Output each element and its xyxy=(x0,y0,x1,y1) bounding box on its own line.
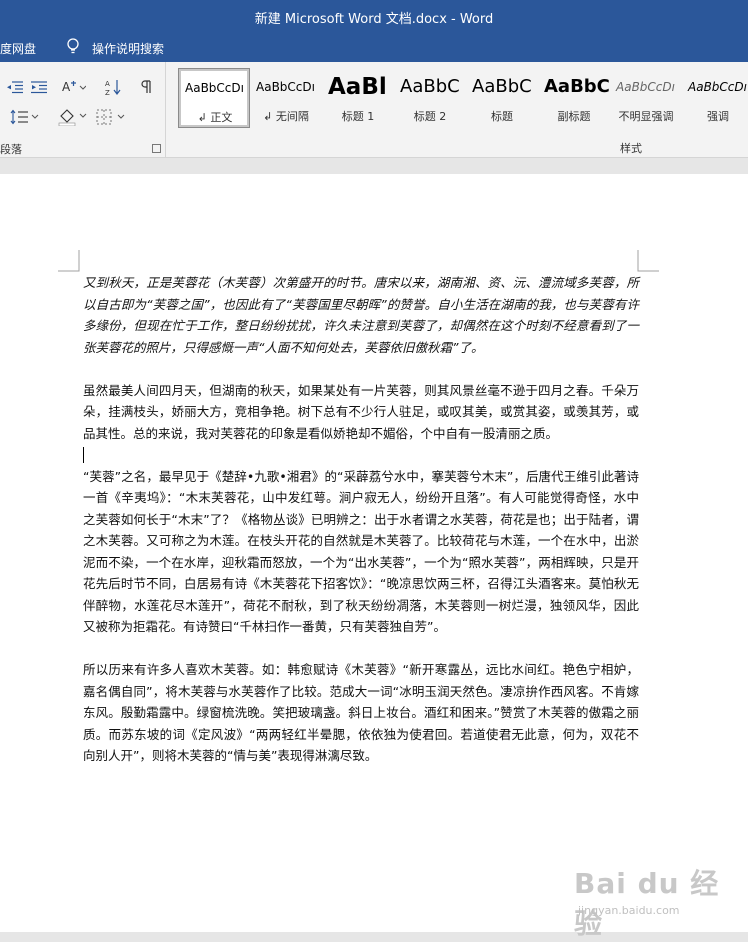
watermark-logo: Bai du 经验 xyxy=(574,867,720,940)
svg-text:A: A xyxy=(62,80,71,94)
show-marks-button[interactable] xyxy=(140,76,152,98)
style-sample: AaBbC xyxy=(544,76,610,97)
paragraph: 虽然最美人间四月天，但湖南的秋天，如果某处有一片芙蓉，则其风景丝毫不逊于四月之春… xyxy=(83,382,639,441)
lightbulb-icon xyxy=(67,38,79,54)
borders-button[interactable] xyxy=(96,106,130,128)
chinese-layout-icon: A xyxy=(62,80,86,94)
style-name: 不明显强调 xyxy=(618,110,674,123)
paragraph-mark-icon xyxy=(141,80,151,93)
style-sample: AaBbCcDı xyxy=(185,81,244,95)
sort-button[interactable]: A Z xyxy=(104,76,122,98)
style-sample: AaBbCcDı xyxy=(616,80,675,94)
style-name: 标题 2 xyxy=(413,110,447,123)
document-body[interactable]: 又到秋天，正是芙蓉花（木芙蓉）次第盛开的时节。唐宋以来，湖南湘、资、沅、澧流域多… xyxy=(83,272,639,788)
paint-bucket-icon xyxy=(58,109,87,126)
shading-button[interactable] xyxy=(58,106,88,128)
styles-group-label: 样式 xyxy=(620,142,642,155)
baidu-netdisk-tab[interactable]: 度网盘 xyxy=(0,40,36,57)
style-name: 标题 1 xyxy=(341,110,375,123)
style-title[interactable]: AaBbC 标题 xyxy=(466,68,538,128)
empty-paragraph xyxy=(83,444,639,466)
ribbon: A A Z 段落 AaBbCcDı ↲ 正文 AaBbCcDı ↲ 无间隔 Aa… xyxy=(0,62,748,158)
style-sample: AaBbC xyxy=(400,76,460,97)
increase-indent-icon xyxy=(31,81,47,94)
paragraph-group: A A Z 段落 xyxy=(0,62,166,158)
text-cursor xyxy=(83,447,84,463)
tell-me-bar: 度网盘 操作说明搜索 xyxy=(0,33,748,62)
style-name: ↲ 无间隔 xyxy=(263,110,309,123)
increase-indent-button[interactable] xyxy=(30,76,48,98)
document-page[interactable]: 又到秋天，正是芙蓉花（木芙蓉）次第盛开的时节。唐宋以来，湖南湘、资、沅、澧流域多… xyxy=(0,174,748,932)
svg-text:Z: Z xyxy=(105,89,110,96)
line-spacing-icon xyxy=(10,109,39,125)
paragraph: 所以历来有许多人喜欢木芙蓉。如：韩愈赋诗《木芙蓉》“新开寒露丛，远比水间红。艳色… xyxy=(83,662,639,763)
style-sample: AaBbCcDı xyxy=(256,80,315,94)
style-subtitle[interactable]: AaBbC 副标题 xyxy=(538,68,610,128)
styles-gallery: AaBbCcDı ↲ 正文 AaBbCcDı ↲ 无间隔 AaBl 标题 1 A… xyxy=(176,68,748,130)
paragraph-dialog-launcher[interactable] xyxy=(152,144,161,153)
style-emphasis[interactable]: AaBbCcDı 强调 xyxy=(682,68,748,128)
style-heading-2[interactable]: AaBbC 标题 2 xyxy=(394,68,466,128)
style-subtle-emphasis[interactable]: AaBbCcDı 不明显强调 xyxy=(610,68,682,128)
style-name: 标题 xyxy=(491,110,513,123)
chinese-layout-button[interactable]: A xyxy=(62,76,86,98)
title-bar: 新建 Microsoft Word 文档.docx - Word xyxy=(0,0,748,33)
margin-corner-mark xyxy=(637,250,659,272)
watermark-url: jingyan.baidu.com xyxy=(578,904,680,917)
style-normal[interactable]: AaBbCcDı ↲ 正文 xyxy=(178,68,250,128)
paragraph: 又到秋天，正是芙蓉花（木芙蓉）次第盛开的时节。唐宋以来，湖南湘、资、沅、澧流域多… xyxy=(83,275,639,355)
style-sample: AaBl xyxy=(328,74,387,100)
style-no-spacing[interactable]: AaBbCcDı ↲ 无间隔 xyxy=(250,68,322,128)
document-canvas: 又到秋天，正是芙蓉花（木芙蓉）次第盛开的时节。唐宋以来，湖南湘、资、沅、澧流域多… xyxy=(0,158,748,932)
paragraph: “芙蓉”之名，最早见于《楚辞•九歌•湘君》的“采薜荔兮水中，搴芙蓉兮木末”，后唐… xyxy=(83,468,639,635)
margin-corner-mark xyxy=(58,250,80,272)
style-sample: AaBbC xyxy=(472,76,532,97)
baidu-jingyan-watermark: Bai du 经验 jingyan.baidu.com xyxy=(574,862,744,940)
style-name: ↲ 正文 xyxy=(197,111,233,124)
decrease-indent-button[interactable] xyxy=(6,76,24,98)
sort-az-icon: A Z xyxy=(105,80,121,96)
tell-me-search[interactable]: 操作说明搜索 xyxy=(92,40,164,57)
borders-icon xyxy=(96,109,125,125)
style-sample: AaBbCcDı xyxy=(688,80,747,94)
line-spacing-button[interactable] xyxy=(10,106,40,128)
style-heading-1[interactable]: AaBl 标题 1 xyxy=(322,68,394,128)
window-title: 新建 Microsoft Word 文档.docx - Word xyxy=(254,12,494,27)
svg-text:A: A xyxy=(105,80,110,88)
paragraph-group-label: 段落 xyxy=(0,143,22,156)
style-name: 强调 xyxy=(707,110,729,123)
style-name: 副标题 xyxy=(557,110,591,123)
decrease-indent-icon xyxy=(7,81,23,94)
